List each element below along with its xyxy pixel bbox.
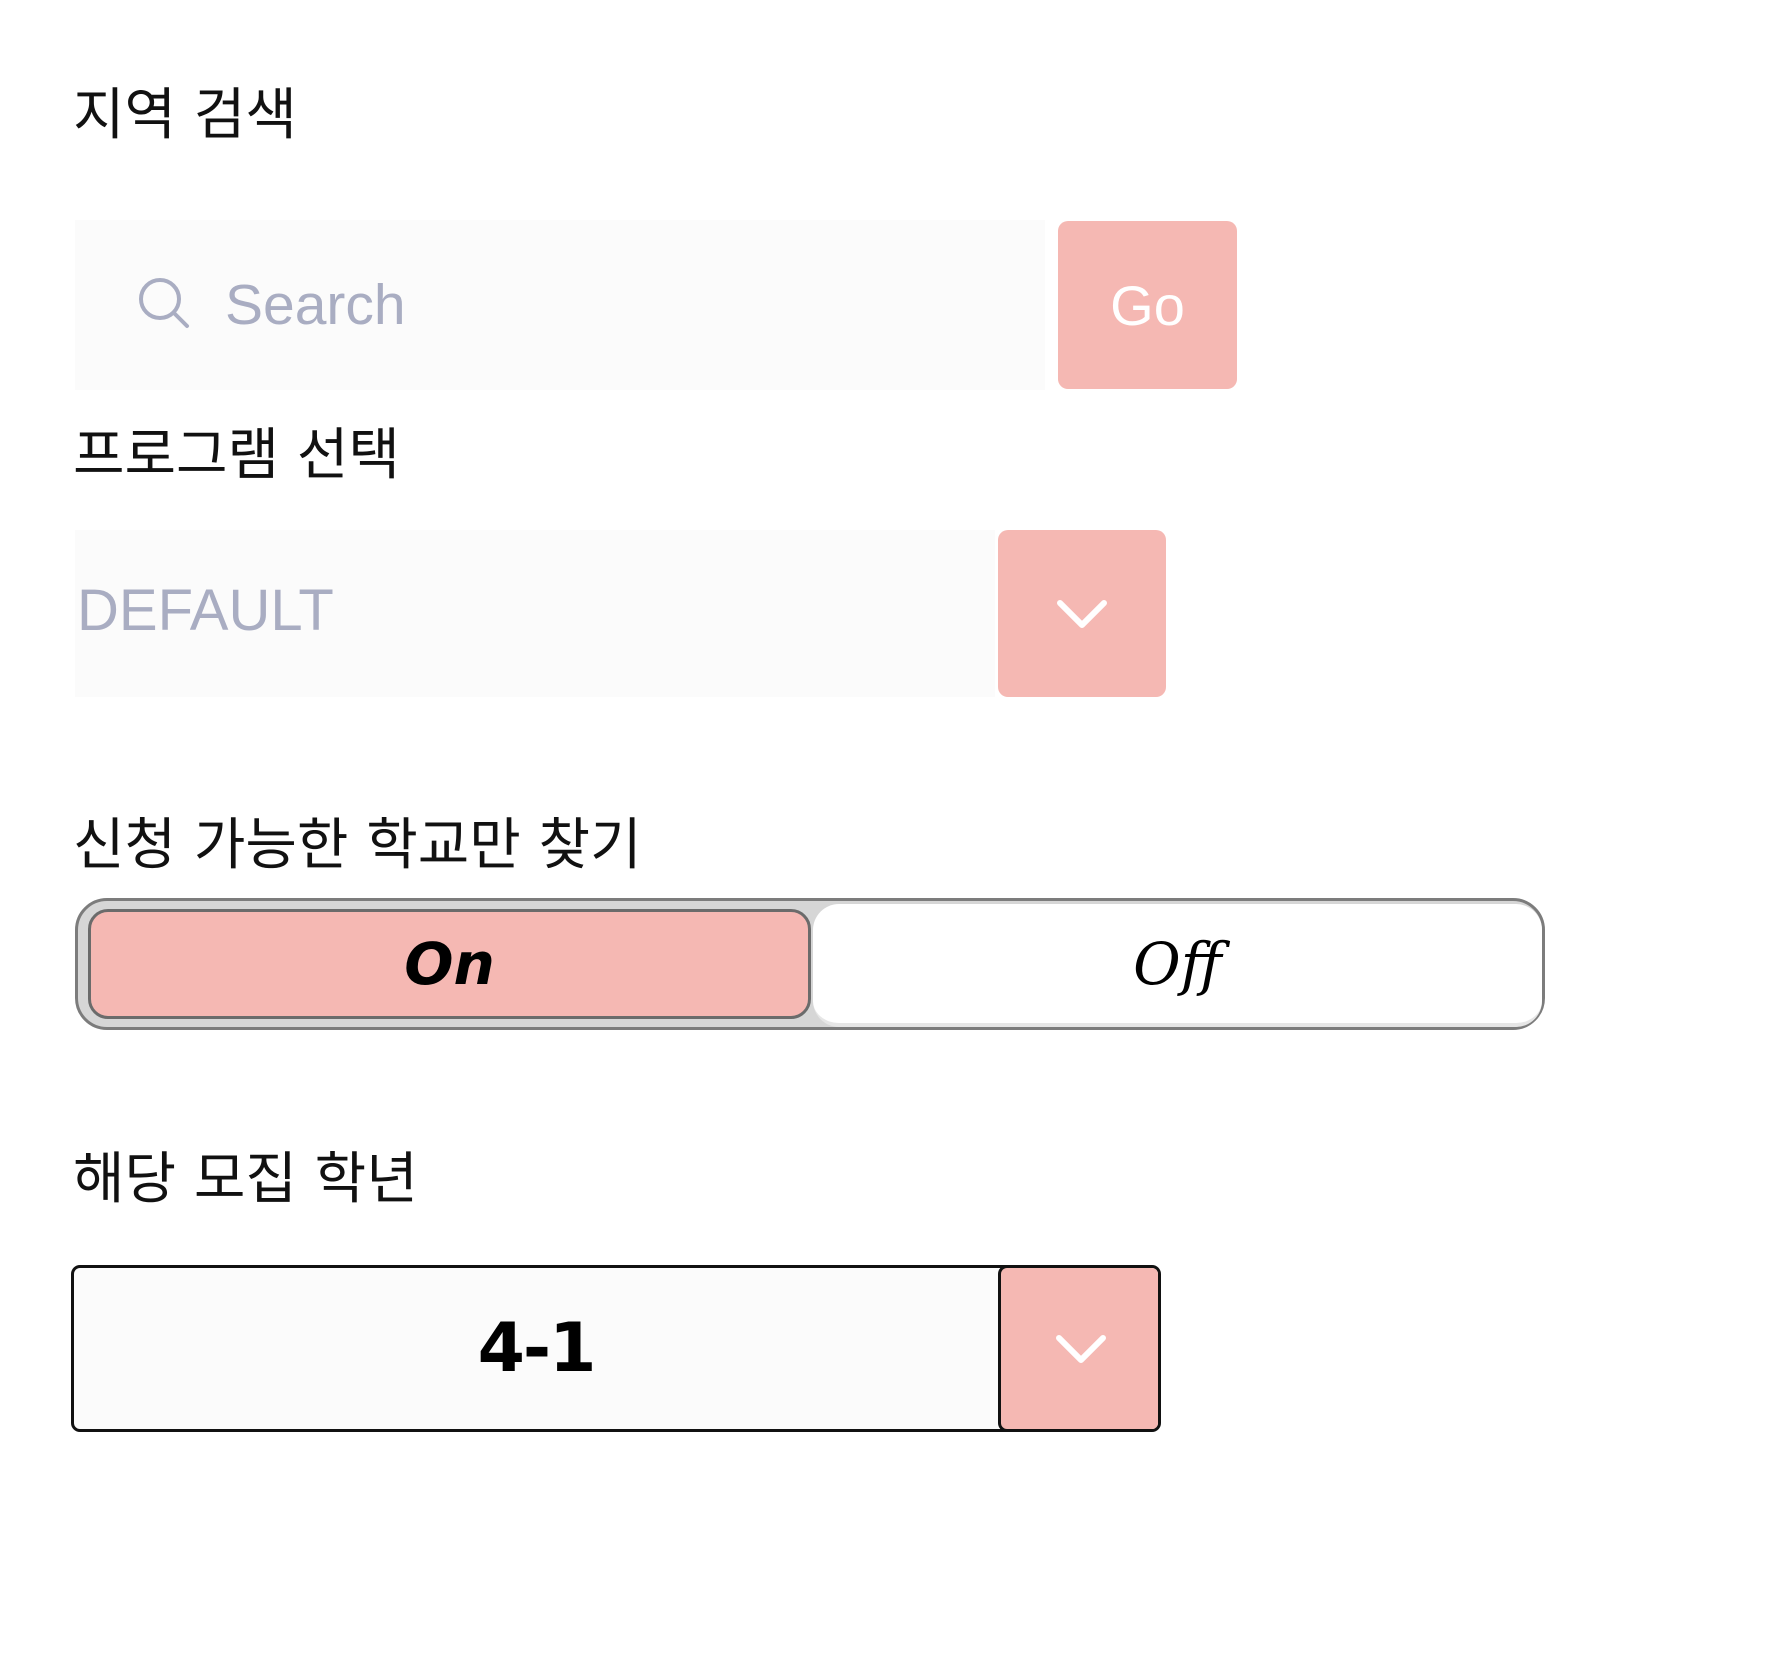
- go-button[interactable]: Go: [1058, 221, 1237, 389]
- region-search-label: 지역 검색: [73, 83, 297, 148]
- available-toggle[interactable]: On Off: [75, 898, 1545, 1030]
- toggle-on-option[interactable]: On: [88, 909, 811, 1019]
- chevron-down-icon: [1057, 599, 1107, 628]
- available-schools-label: 신청 가능한 학교만 찾기: [73, 813, 642, 878]
- grade-select-value: 4-1: [477, 1309, 597, 1388]
- grade-dropdown-button[interactable]: [998, 1268, 1158, 1429]
- search-box[interactable]: [75, 220, 1045, 390]
- grade-select-label: 해당 모집 학년: [73, 1147, 418, 1212]
- program-select[interactable]: DEFAULT: [75, 530, 995, 697]
- program-dropdown-button[interactable]: [998, 530, 1166, 697]
- toggle-off-option[interactable]: Off: [813, 904, 1542, 1027]
- grade-select[interactable]: 4-1: [71, 1265, 1161, 1432]
- program-select-value: DEFAULT: [77, 578, 334, 643]
- program-select-label: 프로그램 선택: [73, 423, 400, 488]
- search-icon: [139, 278, 189, 328]
- search-input[interactable]: [225, 265, 985, 345]
- chevron-down-icon: [1056, 1334, 1106, 1363]
